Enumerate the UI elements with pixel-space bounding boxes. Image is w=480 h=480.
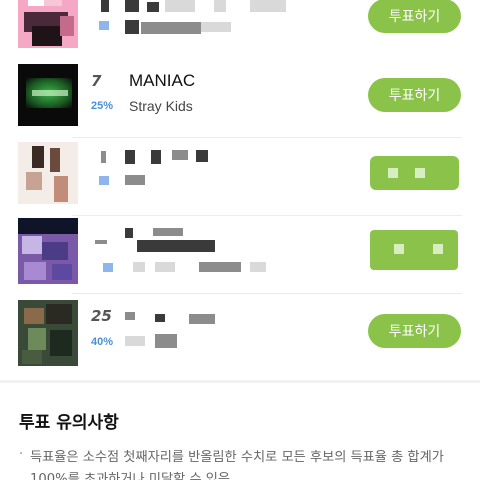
artist-name: Stray Kids <box>129 98 193 114</box>
list-item[interactable] <box>0 138 480 216</box>
percent-label <box>99 176 109 185</box>
candidate-list: 투표하기 7 25% MANIAC Stray Kids 투표하기 25 40%… <box>0 0 480 380</box>
album-thumbnail <box>18 300 78 366</box>
percent-label <box>103 263 113 272</box>
percent-label <box>99 21 109 30</box>
rank-number: 25 <box>91 307 112 325</box>
notice-line: 100%를 초과하거나 미달할 수 있음 <box>30 472 231 480</box>
vote-button[interactable]: 투표하기 <box>368 314 461 348</box>
list-item[interactable] <box>0 216 480 294</box>
vote-button[interactable]: 투표하기 <box>368 78 461 112</box>
percent-label: 40% <box>91 336 114 348</box>
album-thumbnail <box>18 142 78 204</box>
percent-label: 25% <box>91 100 114 112</box>
vote-button[interactable]: 투표하기 <box>368 0 461 33</box>
list-item[interactable]: 25 40% 투표하기 <box>0 294 480 372</box>
notice-line: 득표율은 소수점 첫째자리를 반올림한 수치로 모든 후보의 득표율 총 합계가 <box>30 450 444 465</box>
song-title: MANIAC <box>129 71 196 90</box>
album-thumbnail <box>18 64 78 126</box>
vote-notice-section: 투표 유의사항 · 득표율은 소수점 첫째자리를 반올림한 수치로 모든 후보의… <box>0 383 480 480</box>
notice-title: 투표 유의사항 <box>19 413 119 433</box>
list-item[interactable]: 투표하기 <box>0 0 480 60</box>
album-thumbnail <box>18 218 78 284</box>
rank-number: 7 <box>91 72 102 90</box>
album-thumbnail <box>18 0 78 48</box>
bullet-icon: · <box>19 447 24 462</box>
notice-text: 득표율은 소수점 첫째자리를 반올림한 수치로 모든 후보의 득표율 총 합계가… <box>30 447 470 480</box>
vote-button[interactable] <box>370 230 458 270</box>
list-item[interactable]: 7 25% MANIAC Stray Kids 투표하기 <box>0 60 480 138</box>
